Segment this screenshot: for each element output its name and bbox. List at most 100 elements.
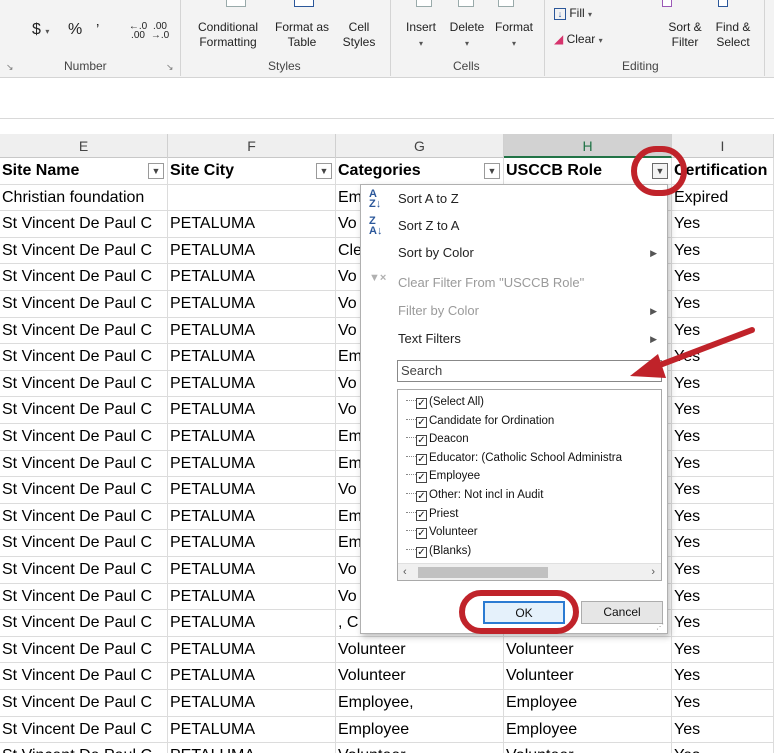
cell-site-city[interactable]: PETALUMA (168, 344, 336, 371)
cell-site-name[interactable]: St Vincent De Paul C (0, 424, 168, 450)
scroll-right-icon[interactable]: › (651, 564, 655, 580)
column-header-i[interactable]: I (672, 134, 774, 158)
filter-value-item[interactable]: ✓ Priest (406, 505, 458, 524)
filter-value-item[interactable]: ✓ (Select All) (406, 393, 484, 412)
cell-site-name[interactable]: St Vincent De Paul C (0, 743, 168, 753)
checkbox[interactable]: ✓ (416, 398, 427, 409)
cell-site-city[interactable]: PETALUMA (168, 530, 336, 557)
cell-site-city[interactable]: PETALUMA (168, 716, 336, 743)
cell-certification[interactable]: Yes (672, 690, 774, 716)
cell-site-name[interactable]: St Vincent De Paul C (0, 211, 168, 238)
cell-usccb-role[interactable]: Volunteer (504, 743, 672, 753)
horizontal-scrollbar[interactable]: ‹ › (398, 563, 661, 580)
cell-site-city[interactable]: PETALUMA (168, 743, 336, 753)
cell-categories[interactable]: Volunteer (336, 743, 504, 753)
cell-site-name[interactable]: St Vincent De Paul C (0, 477, 168, 504)
cell-certification[interactable]: Yes (672, 557, 774, 583)
cell-site-city[interactable]: PETALUMA (168, 370, 336, 397)
cell-site-city[interactable]: PETALUMA (168, 317, 336, 344)
cell-categories[interactable]: Employee (336, 716, 504, 743)
increase-decimal-button[interactable]: ←.0 .00 (128, 22, 148, 41)
cell-site-city[interactable]: PETALUMA (168, 211, 336, 238)
checkbox[interactable]: ✓ (416, 416, 427, 428)
cell-certification[interactable]: Yes (672, 636, 774, 663)
cell-site-name[interactable]: St Vincent De Paul C (0, 530, 168, 557)
cell-certification[interactable]: Yes (672, 743, 774, 753)
cell-site-city[interactable]: PETALUMA (168, 397, 336, 424)
cell-site-name[interactable]: St Vincent De Paul C (0, 636, 168, 663)
cell-site-name[interactable]: St Vincent De Paul C (0, 291, 168, 317)
number-dialog-launcher-icon[interactable]: ↘ (166, 62, 174, 73)
cell-certification[interactable]: Yes (672, 716, 774, 743)
sort-a-to-z-item[interactable]: A Z↓ Sort A to Z (361, 185, 667, 213)
cell-categories[interactable]: Volunteer (336, 636, 504, 663)
cell-site-city[interactable]: PETALUMA (168, 690, 336, 716)
cell-site-name[interactable]: St Vincent De Paul C (0, 317, 168, 344)
header-certification[interactable]: Certification (672, 158, 774, 184)
cell-site-city[interactable]: PETALUMA (168, 424, 336, 450)
delete-button[interactable]: Delete ▾ (444, 20, 490, 51)
filter-by-color-item[interactable]: Filter by Color ▶ (361, 297, 667, 325)
cell-site-city[interactable]: PETALUMA (168, 450, 336, 477)
fill-button[interactable]: ↓ Fill ▾ (554, 6, 592, 22)
cell-site-name[interactable]: St Vincent De Paul C (0, 690, 168, 716)
clear-filter-item[interactable]: ▼× Clear Filter From "USCCB Role" (361, 269, 667, 297)
sort-by-color-item[interactable]: Sort by Color ▶ (361, 239, 667, 267)
checkbox[interactable]: ✓ (416, 453, 427, 465)
column-header-e[interactable]: E (0, 134, 168, 158)
filter-value-item[interactable]: ✓ (Blanks) (406, 542, 471, 561)
insert-button[interactable]: Insert ▾ (398, 20, 444, 51)
cancel-button[interactable]: Cancel (581, 601, 663, 624)
cell-site-city[interactable]: PETALUMA (168, 503, 336, 530)
cell-site-name[interactable]: St Vincent De Paul C (0, 264, 168, 291)
formula-bar-area[interactable] (0, 79, 774, 119)
cell-certification[interactable]: Yes (672, 477, 774, 504)
cell-certification[interactable]: Yes (672, 291, 774, 317)
format-as-table-button[interactable]: Format as Table (268, 20, 336, 50)
cell-site-city[interactable]: PETALUMA (168, 477, 336, 504)
cell-certification[interactable]: Yes (672, 237, 774, 264)
cell-certification[interactable]: Expired (672, 184, 774, 211)
decrease-decimal-button[interactable]: .00 →.0 (150, 22, 170, 41)
cell-usccb-role[interactable]: Employee (504, 716, 672, 743)
checkbox[interactable]: ✓ (416, 491, 427, 502)
conditional-formatting-button[interactable]: Conditional Formatting (188, 20, 268, 50)
cell-site-city[interactable]: PETALUMA (168, 610, 336, 637)
cell-site-city[interactable]: PETALUMA (168, 264, 336, 291)
sort-z-to-a-item[interactable]: Z A↓ Sort Z to A (361, 212, 667, 240)
cell-certification[interactable]: Yes (672, 610, 774, 637)
cell-site-name[interactable]: St Vincent De Paul C (0, 583, 168, 610)
cell-site-name[interactable]: St Vincent De Paul C (0, 450, 168, 477)
filter-value-item[interactable]: ✓ Volunteer (406, 523, 478, 542)
dialog-launcher-icon[interactable]: ↘ (6, 62, 14, 73)
checkbox[interactable]: ✓ (416, 472, 427, 484)
cell-site-name[interactable]: St Vincent De Paul C (0, 344, 168, 371)
cell-categories[interactable]: Volunteer (336, 663, 504, 690)
cell-site-city[interactable]: PETALUMA (168, 291, 336, 317)
filter-value-item[interactable]: ✓ Other: Not incl in Audit (406, 486, 543, 505)
cell-styles-button[interactable]: Cell Styles (336, 20, 382, 50)
cell-certification[interactable]: Yes (672, 663, 774, 690)
filter-value-item[interactable]: ✓ Employee (406, 467, 480, 486)
cell-categories[interactable]: Employee, (336, 690, 504, 716)
cell-site-city[interactable]: PETALUMA (168, 583, 336, 610)
cell-site-name[interactable]: Christian foundation (0, 184, 168, 211)
cell-certification[interactable]: Yes (672, 397, 774, 424)
cell-site-name[interactable]: St Vincent De Paul C (0, 397, 168, 424)
cell-site-name[interactable]: St Vincent De Paul C (0, 503, 168, 530)
column-header-f[interactable]: F (168, 134, 336, 158)
find-select-button[interactable]: Find & Select (708, 20, 758, 50)
cell-site-city[interactable]: PETALUMA (168, 557, 336, 583)
currency-format-button[interactable]: $ ▾ (32, 22, 49, 39)
column-header-g[interactable]: G (336, 134, 504, 158)
format-button[interactable]: Format ▾ (490, 20, 538, 51)
scrollbar-thumb[interactable] (418, 567, 548, 578)
header-categories[interactable]: Categories (336, 158, 504, 184)
scroll-left-icon[interactable]: ‹ (403, 564, 407, 580)
checkbox[interactable]: ✓ (416, 509, 427, 521)
cell-certification[interactable]: Yes (672, 583, 774, 610)
cell-certification[interactable]: Yes (672, 530, 774, 557)
checkbox[interactable]: ✓ (416, 528, 427, 540)
clear-button[interactable]: ◢ Clear ▾ (554, 32, 603, 48)
cell-site-city[interactable]: PETALUMA (168, 636, 336, 663)
